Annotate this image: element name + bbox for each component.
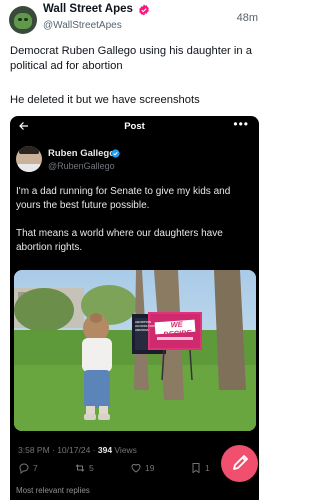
tweet-text-line2: He deleted it but we have screenshots [10, 94, 200, 106]
embed-header: Post ••• [10, 116, 259, 138]
reply-count: 7 [33, 463, 38, 473]
ruben-avatar [16, 146, 42, 172]
like-count: 19 [145, 463, 155, 473]
more-icon: ••• [233, 117, 249, 131]
compose-button[interactable] [221, 445, 258, 482]
like-icon [131, 463, 141, 473]
views-count: 394 [97, 445, 113, 455]
author-avatar[interactable] [9, 6, 37, 34]
author-handle[interactable]: @WallStreetApes [43, 20, 122, 31]
verified-icon [139, 4, 149, 16]
repost-button[interactable]: 5 [74, 462, 94, 474]
views-label: Views [112, 445, 137, 455]
tweet-text-line1: Democrat Ruben Gallego using his daughte… [10, 45, 252, 72]
embed-author-name: Ruben Gallego [48, 148, 116, 159]
ad-photo: ABORTION ACCESS FOR ARIZONA WE DECIDE [14, 270, 256, 431]
bookmark-button[interactable]: 1 [190, 462, 210, 474]
embed-meta: 3:58 PM · 10/17/24 · 394 Views [18, 445, 137, 455]
embed-author-handle: @RubenGallego [48, 161, 115, 171]
sign-right-text: WE DECIDE [162, 319, 192, 339]
embed-text: I'm a dad running for Senate to give my … [16, 185, 254, 269]
reply-icon [19, 463, 29, 474]
reply-button[interactable]: 7 [18, 462, 38, 474]
embed-time: 3:58 PM · 10/17/24 · [18, 445, 98, 455]
author-name[interactable]: Wall Street Apes [43, 3, 133, 15]
time-ago: 48m [236, 12, 258, 24]
embedded-screenshot[interactable]: Post ••• Ruben Gallego @RubenGallego I'm… [10, 116, 259, 500]
repost-count: 5 [89, 463, 94, 473]
bookmark-count: 1 [205, 463, 210, 473]
bookmark-icon [192, 463, 200, 474]
compose-icon [233, 455, 248, 470]
embed-paragraph-1: I'm a dad running for Senate to give my … [16, 186, 231, 211]
like-button[interactable]: 19 [130, 462, 154, 474]
ad-photo-illustration [14, 270, 256, 431]
repost-icon [75, 464, 85, 472]
verified-icon [111, 149, 120, 158]
embed-header-title: Post [124, 121, 145, 132]
related-replies-label: Most relevant replies [16, 486, 90, 495]
embed-paragraph-2: That means a world where our daughters h… [16, 228, 223, 253]
tweet-text: Democrat Ruben Gallego using his daughte… [10, 44, 258, 74]
tweet-header: Wall Street Apes @WallStreetApes 48m [0, 0, 268, 40]
